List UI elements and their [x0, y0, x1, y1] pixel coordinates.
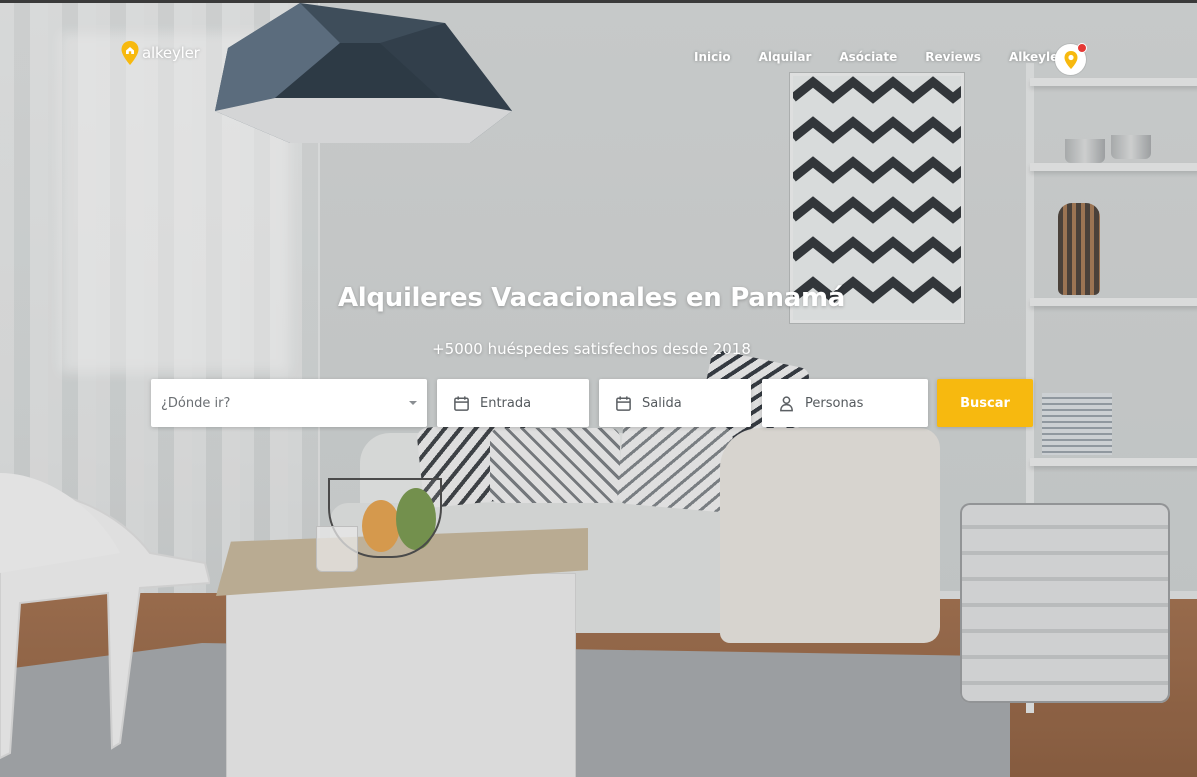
nav-item-reviews[interactable]: Reviews	[925, 50, 981, 64]
nav-item-alquilar[interactable]: Alquilar	[759, 50, 812, 64]
calendar-icon	[454, 395, 469, 411]
hero-title: Alquileres Vacacionales en Panamá	[337, 283, 845, 313]
guests-placeholder: Personas	[805, 395, 864, 411]
location-pin-icon	[1064, 50, 1077, 69]
checkout-placeholder: Salida	[642, 395, 682, 411]
checkout-date-field[interactable]: Salida	[599, 379, 751, 427]
main-nav: Inicio Alquilar Asóciate Reviews Alkeyle…	[680, 50, 1078, 64]
chevron-down-icon	[409, 401, 417, 405]
calendar-icon	[616, 395, 631, 411]
user-avatar-button[interactable]	[1055, 43, 1087, 75]
person-icon	[780, 395, 793, 411]
checkin-placeholder: Entrada	[480, 395, 532, 411]
nav-item-asociate[interactable]: Asóciate	[839, 50, 897, 64]
search-button[interactable]: Buscar	[937, 379, 1033, 427]
checkin-date-field[interactable]: Entrada	[437, 379, 589, 427]
brand-logo[interactable]: alkeyler	[120, 38, 200, 68]
destination-select[interactable]: ¿Dónde ir?	[151, 379, 427, 427]
brand-name: alkeyler	[142, 44, 200, 62]
guests-field[interactable]: Personas	[762, 379, 928, 427]
destination-placeholder: ¿Dónde ir?	[161, 395, 231, 411]
nav-item-inicio[interactable]: Inicio	[694, 50, 731, 64]
hero-subtitle: +5000 huéspedes satisfechos desde 2018	[432, 340, 751, 358]
location-pin-home-icon	[121, 41, 139, 65]
notification-dot	[1077, 43, 1087, 53]
